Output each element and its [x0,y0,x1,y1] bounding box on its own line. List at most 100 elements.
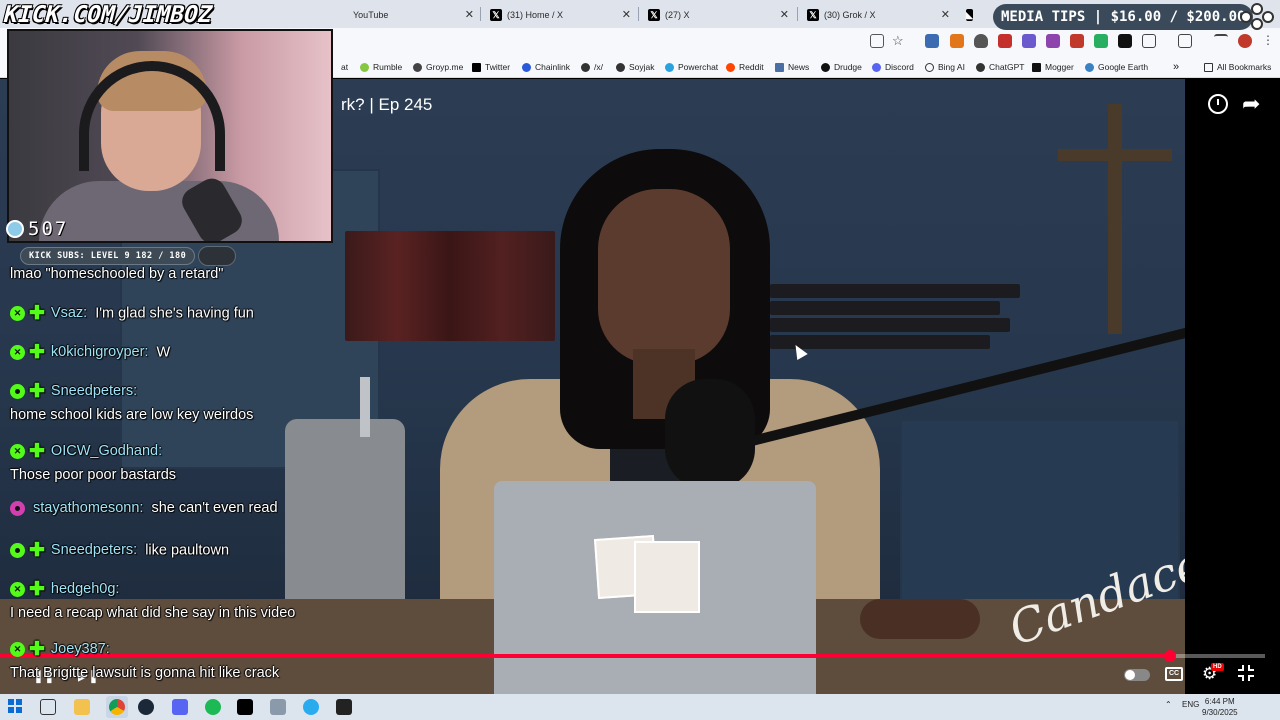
bookmark-label: at [341,62,349,72]
bookmark-drudge[interactable]: Drudge [821,60,862,74]
autoplay-toggle[interactable] [1124,669,1150,681]
bookmark-powerchat[interactable]: Powerchat [665,60,718,74]
verified-badge-icon: ✚ [29,342,45,363]
stream-brand: KICK.COM/JIMBOZ [0,2,215,28]
bookmark-soyjak[interactable]: Soyjak [616,60,655,74]
tab-grok[interactable]: 𝕏 (30) Grok / X ✕ [799,4,956,26]
verified-badge-icon: ✚ [29,303,45,324]
chat-username[interactable]: Sneedpeters: [51,383,137,399]
profile-avatar[interactable] [1238,34,1252,48]
bookmark-twitter[interactable]: Twitter [472,60,510,74]
extension-icon[interactable] [1070,34,1084,48]
star-icon[interactable]: ☆ [892,33,906,48]
windows-start-icon[interactable] [8,699,24,715]
discord-icon[interactable] [172,699,188,715]
menu-icon[interactable]: ⋮ [1262,33,1276,47]
chat-username[interactable]: hedgeh0g: [51,581,120,597]
close-icon[interactable]: ✕ [465,8,474,21]
task-view-icon[interactable] [40,699,56,715]
chat-username[interactable]: k0kichigroyper: [51,344,149,360]
kick-subs-goal: KICK SUBS: LEVEL 9 182 / 180 [20,247,196,265]
hand [860,599,980,639]
chat-message: ✕ ✚ OICW_Godhand: Those poor poor bastards [10,440,176,483]
chat-username[interactable]: OICW_Godhand: [51,443,162,459]
chat-username[interactable]: Joey387: [51,641,110,657]
spotify-icon[interactable] [205,699,221,715]
bookmark-item[interactable]: at [341,60,348,74]
tab-label: (31) Home / X [507,10,564,20]
bookmark-news[interactable]: News [775,60,809,74]
subscriber-badge-icon [10,500,25,516]
youtube-ext-icon[interactable] [998,34,1012,48]
puzzle-icon[interactable] [1142,34,1156,48]
viewer-count: 507 [6,218,68,240]
tab-x[interactable]: 𝕏 (27) X ✕ [640,4,795,26]
close-icon[interactable]: ✕ [941,8,950,21]
app-icon[interactable] [336,699,352,715]
chat-message: ✚ Sneedpeters: like paultown [10,539,229,562]
captions-icon[interactable]: CC [1165,667,1183,681]
shield-icon[interactable] [974,34,988,48]
laptop [494,481,816,694]
bookmark-x[interactable]: /x/ [581,60,603,74]
kick-badge-icon: ✕ [10,444,25,459]
language-indicator[interactable]: ENG [1182,700,1199,709]
bookmark-label: /x/ [594,62,603,72]
bookmark-chainlink[interactable]: Chainlink [522,60,570,74]
bookmark-label: Mogger [1045,62,1074,72]
tab-youtube[interactable]: YouTube ✕ [345,4,480,26]
metamask-icon[interactable] [950,34,964,48]
microphone [665,379,755,489]
chat-message-header: ✕ ✚ hedgeh0g: [10,578,295,601]
all-bookmarks[interactable]: All Bookmarks [1204,60,1271,74]
bookmark-label: Groyp.me [426,62,464,72]
chat-message-body: I need a recap what did she say in this … [10,605,295,621]
tab-partial[interactable]: ◣ [958,4,982,26]
app-icon[interactable] [270,699,286,715]
exit-fullscreen-icon[interactable] [1238,665,1254,681]
bookmark-google-earth[interactable]: Google Earth [1085,60,1148,74]
telegram-icon[interactable] [303,699,319,715]
kick-badge-icon: ✕ [10,582,25,597]
video-side-panel [1185,79,1280,694]
share-icon[interactable]: ➦ [1242,91,1260,117]
chat-username[interactable]: Sneedpeters: [51,542,137,558]
extension-icon[interactable] [1094,34,1108,48]
install-icon[interactable] [870,34,884,48]
x-logo-icon[interactable] [1118,34,1132,48]
progress-scrubber[interactable] [1164,650,1176,662]
bookmark-discord[interactable]: Discord [872,60,914,74]
steam-icon[interactable] [138,699,154,715]
chat-username[interactable]: stayathomesonn: [33,500,143,516]
media-icon[interactable] [1214,34,1228,48]
extension-icon[interactable] [925,34,939,48]
bookmark-mogger[interactable]: Mogger [1032,60,1074,74]
tab-x-home[interactable]: 𝕏 (31) Home / X ✕ [482,4,637,26]
video-title: rk? | Ep 245 [341,95,433,114]
chat-text: That Brigitte lawsuit is gonna hit like … [10,665,280,681]
chainlink-icon [522,62,531,72]
extension-icon[interactable] [1022,34,1036,48]
chat-text: home school kids are low key weirdos [10,407,254,423]
tray-chevron-icon[interactable]: ⌃ [1165,700,1172,709]
bookmark-bing[interactable]: Bing AI [925,60,965,74]
sidebar-icon[interactable] [1178,34,1192,48]
file-explorer-icon[interactable] [74,699,90,715]
chevron-right-icon[interactable]: » [1173,60,1179,74]
bookmark-groyp[interactable]: Groyp.me [413,60,463,74]
obs-icon[interactable] [237,699,253,715]
bookmark-chatgpt[interactable]: ChatGPT [976,60,1024,74]
bookmark-reddit[interactable]: Reddit [726,60,764,74]
verified-badge-icon: ✚ [29,441,45,462]
chrome-icon[interactable] [109,699,125,715]
clock-icon[interactable] [1208,94,1228,114]
hd-badge: HD [1211,663,1224,671]
close-icon[interactable]: ✕ [622,8,631,21]
bookmark-rumble[interactable]: Rumble [360,60,402,74]
news-icon [775,62,784,72]
chat-message: ✚ Sneedpeters: home school kids are low ke… [10,380,253,423]
chat-username[interactable]: Vsaz: [51,305,87,321]
close-icon[interactable]: ✕ [780,8,789,21]
extension-icon[interactable] [1046,34,1060,48]
taskbar-clock[interactable]: 6:44 PM 9/30/2025 [1202,696,1238,718]
